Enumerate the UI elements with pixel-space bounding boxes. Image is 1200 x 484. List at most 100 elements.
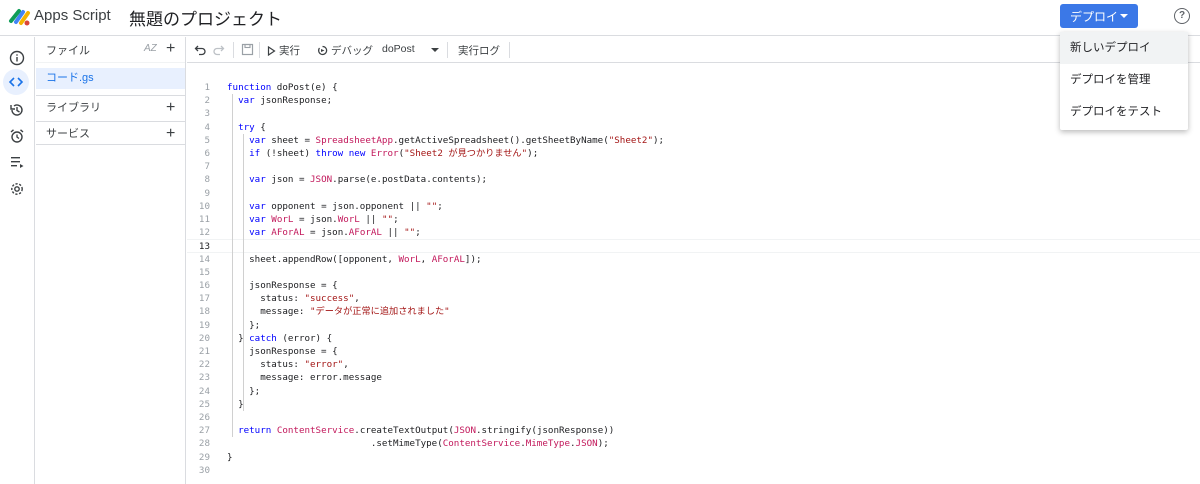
menu-item-manage-deployments[interactable]: デプロイを管理 bbox=[1060, 64, 1188, 96]
line-number: 30 bbox=[198, 464, 210, 476]
code-line[interactable]: 14 sheet.appendRow([opponent, WorL, AFor… bbox=[187, 253, 1200, 266]
code-line[interactable]: 2 var jsonResponse; bbox=[187, 94, 1200, 107]
line-number: 14 bbox=[198, 253, 210, 265]
menu-item-new-deployment[interactable]: 新しいデプロイ bbox=[1060, 32, 1188, 64]
line-number: 5 bbox=[204, 134, 210, 146]
code-text: var AForAL = json.AForAL || ""; bbox=[249, 227, 421, 239]
line-number: 21 bbox=[198, 346, 210, 357]
app-name[interactable]: Apps Script bbox=[34, 7, 111, 24]
code-line[interactable]: 27 return ContentService.createTextOutpu… bbox=[187, 424, 1200, 437]
line-number: 3 bbox=[204, 108, 210, 120]
function-select-value: doPost bbox=[382, 43, 415, 55]
code-line[interactable]: 22 status: "error", bbox=[187, 358, 1200, 371]
debug-icon bbox=[318, 45, 328, 56]
code-line[interactable]: 29} bbox=[187, 451, 1200, 464]
code-line[interactable]: 7 bbox=[187, 160, 1200, 173]
code-text: message: "データが正常に追加されました" bbox=[227, 306, 450, 318]
libraries-section[interactable]: ライブラリ + bbox=[36, 95, 185, 119]
redo-icon[interactable] bbox=[212, 43, 225, 56]
chevron-down-icon[interactable] bbox=[431, 48, 439, 52]
code-line[interactable]: 5 var sheet = SpreadsheetApp.getActiveSp… bbox=[187, 134, 1200, 147]
line-number: 24 bbox=[198, 385, 210, 397]
line-number: 19 bbox=[198, 319, 210, 331]
libraries-label: ライブラリ bbox=[46, 102, 101, 114]
line-number: 20 bbox=[198, 332, 210, 344]
code-text: var json = JSON.parse(e.postData.content… bbox=[249, 174, 488, 186]
code-text: message: error.message bbox=[227, 372, 382, 384]
project-title[interactable]: 無題のプロジェクト bbox=[129, 5, 282, 30]
line-number: 1 bbox=[204, 82, 210, 93]
code-text: status: "error", bbox=[227, 359, 349, 371]
code-text: } bbox=[227, 451, 233, 463]
line-number: 15 bbox=[198, 266, 210, 278]
files-header: ファイル AZ + bbox=[36, 37, 185, 63]
toolbar-divider bbox=[447, 42, 448, 58]
line-number: 28 bbox=[198, 438, 210, 450]
code-line[interactable]: 24 }; bbox=[187, 385, 1200, 398]
code-line[interactable]: 30 bbox=[187, 464, 1200, 477]
info-icon[interactable] bbox=[6, 47, 28, 69]
line-number: 27 bbox=[198, 425, 210, 437]
code-line[interactable]: 13 bbox=[187, 239, 1200, 253]
toolbar-divider bbox=[509, 42, 510, 58]
files-panel: ファイル AZ + コード.gs ライブラリ + サービス + bbox=[36, 37, 186, 484]
code-line[interactable]: 20 } catch (error) { bbox=[187, 332, 1200, 345]
services-section[interactable]: サービス + bbox=[36, 121, 185, 145]
code-line[interactable]: 17 status: "success", bbox=[187, 292, 1200, 305]
code-line[interactable]: 6 if (!sheet) throw new Error("Sheet2 が見… bbox=[187, 147, 1200, 160]
code-line[interactable]: 8 var json = JSON.parse(e.postData.conte… bbox=[187, 173, 1200, 186]
add-service-icon[interactable]: + bbox=[166, 126, 175, 142]
menu-item-test-deployments[interactable]: デプロイをテスト bbox=[1060, 96, 1188, 128]
line-number: 18 bbox=[198, 306, 210, 318]
code-line[interactable]: 9 bbox=[187, 187, 1200, 200]
code-line[interactable]: 18 message: "データが正常に追加されました" bbox=[187, 305, 1200, 318]
save-icon[interactable] bbox=[241, 43, 254, 56]
code-text: if (!sheet) throw new Error("Sheet2 が見つか… bbox=[249, 148, 539, 159]
code-line[interactable]: 3 bbox=[187, 107, 1200, 120]
code-line[interactable]: 25 } bbox=[187, 398, 1200, 411]
code-line[interactable]: 4 try { bbox=[187, 121, 1200, 134]
code-line[interactable]: 12 var AForAL = json.AForAL || ""; bbox=[187, 226, 1200, 239]
help-icon[interactable]: ? bbox=[1174, 8, 1190, 24]
run-label: 実行 bbox=[279, 45, 300, 57]
line-number: 29 bbox=[198, 451, 210, 463]
execution-list-icon[interactable] bbox=[6, 151, 28, 173]
line-number: 23 bbox=[198, 372, 210, 384]
code-text: .setMimeType(ContentService.MimeType.JSO… bbox=[227, 438, 609, 450]
code-editor-icon[interactable] bbox=[3, 69, 29, 95]
alarm-clock-icon[interactable] bbox=[6, 125, 28, 147]
line-number: 9 bbox=[204, 187, 210, 199]
file-item-code-gs[interactable]: コード.gs bbox=[36, 68, 185, 89]
code-text: status: "success", bbox=[227, 293, 360, 305]
code-line[interactable]: 11 var WorL = json.WorL || ""; bbox=[187, 213, 1200, 226]
add-library-icon[interactable]: + bbox=[166, 100, 175, 116]
code-line[interactable]: 21 jsonResponse = { bbox=[187, 345, 1200, 358]
apps-script-logo[interactable] bbox=[8, 5, 32, 29]
history-icon[interactable] bbox=[6, 99, 28, 121]
deploy-button[interactable]: デプロイ bbox=[1060, 4, 1138, 28]
line-number: 16 bbox=[198, 280, 210, 291]
code-text: function doPost(e) { bbox=[227, 82, 338, 93]
services-label: サービス bbox=[46, 128, 90, 140]
line-number: 17 bbox=[198, 293, 210, 305]
execution-log-button[interactable]: 実行ログ bbox=[458, 43, 500, 58]
line-number: 22 bbox=[198, 359, 210, 371]
code-line[interactable]: 1 function doPost(e) { bbox=[187, 81, 1200, 94]
debug-button[interactable]: デバッグ bbox=[317, 43, 373, 58]
function-select[interactable]: doPost bbox=[382, 43, 415, 55]
code-line[interactable]: 10 var opponent = json.opponent || ""; bbox=[187, 200, 1200, 213]
code-line[interactable]: 26 bbox=[187, 411, 1200, 424]
code-line[interactable]: 19 }; bbox=[187, 319, 1200, 332]
code-line[interactable]: 23 message: error.message bbox=[187, 371, 1200, 384]
add-file-icon[interactable]: + bbox=[166, 41, 175, 57]
code-line[interactable]: 15 bbox=[187, 266, 1200, 279]
code-text: } bbox=[227, 398, 244, 410]
undo-icon[interactable] bbox=[194, 43, 207, 56]
settings-gear-icon[interactable] bbox=[6, 178, 28, 200]
sort-az-icon[interactable]: AZ bbox=[144, 43, 157, 54]
deploy-button-label: デプロイ bbox=[1070, 9, 1119, 24]
code-line[interactable]: 16 jsonResponse = { bbox=[187, 279, 1200, 292]
code-editor[interactable]: 1 function doPost(e) {2 var jsonResponse;… bbox=[187, 64, 1200, 484]
code-line[interactable]: 28 .setMimeType(ContentService.MimeType.… bbox=[187, 437, 1200, 450]
run-button[interactable]: 実行 bbox=[267, 43, 300, 58]
